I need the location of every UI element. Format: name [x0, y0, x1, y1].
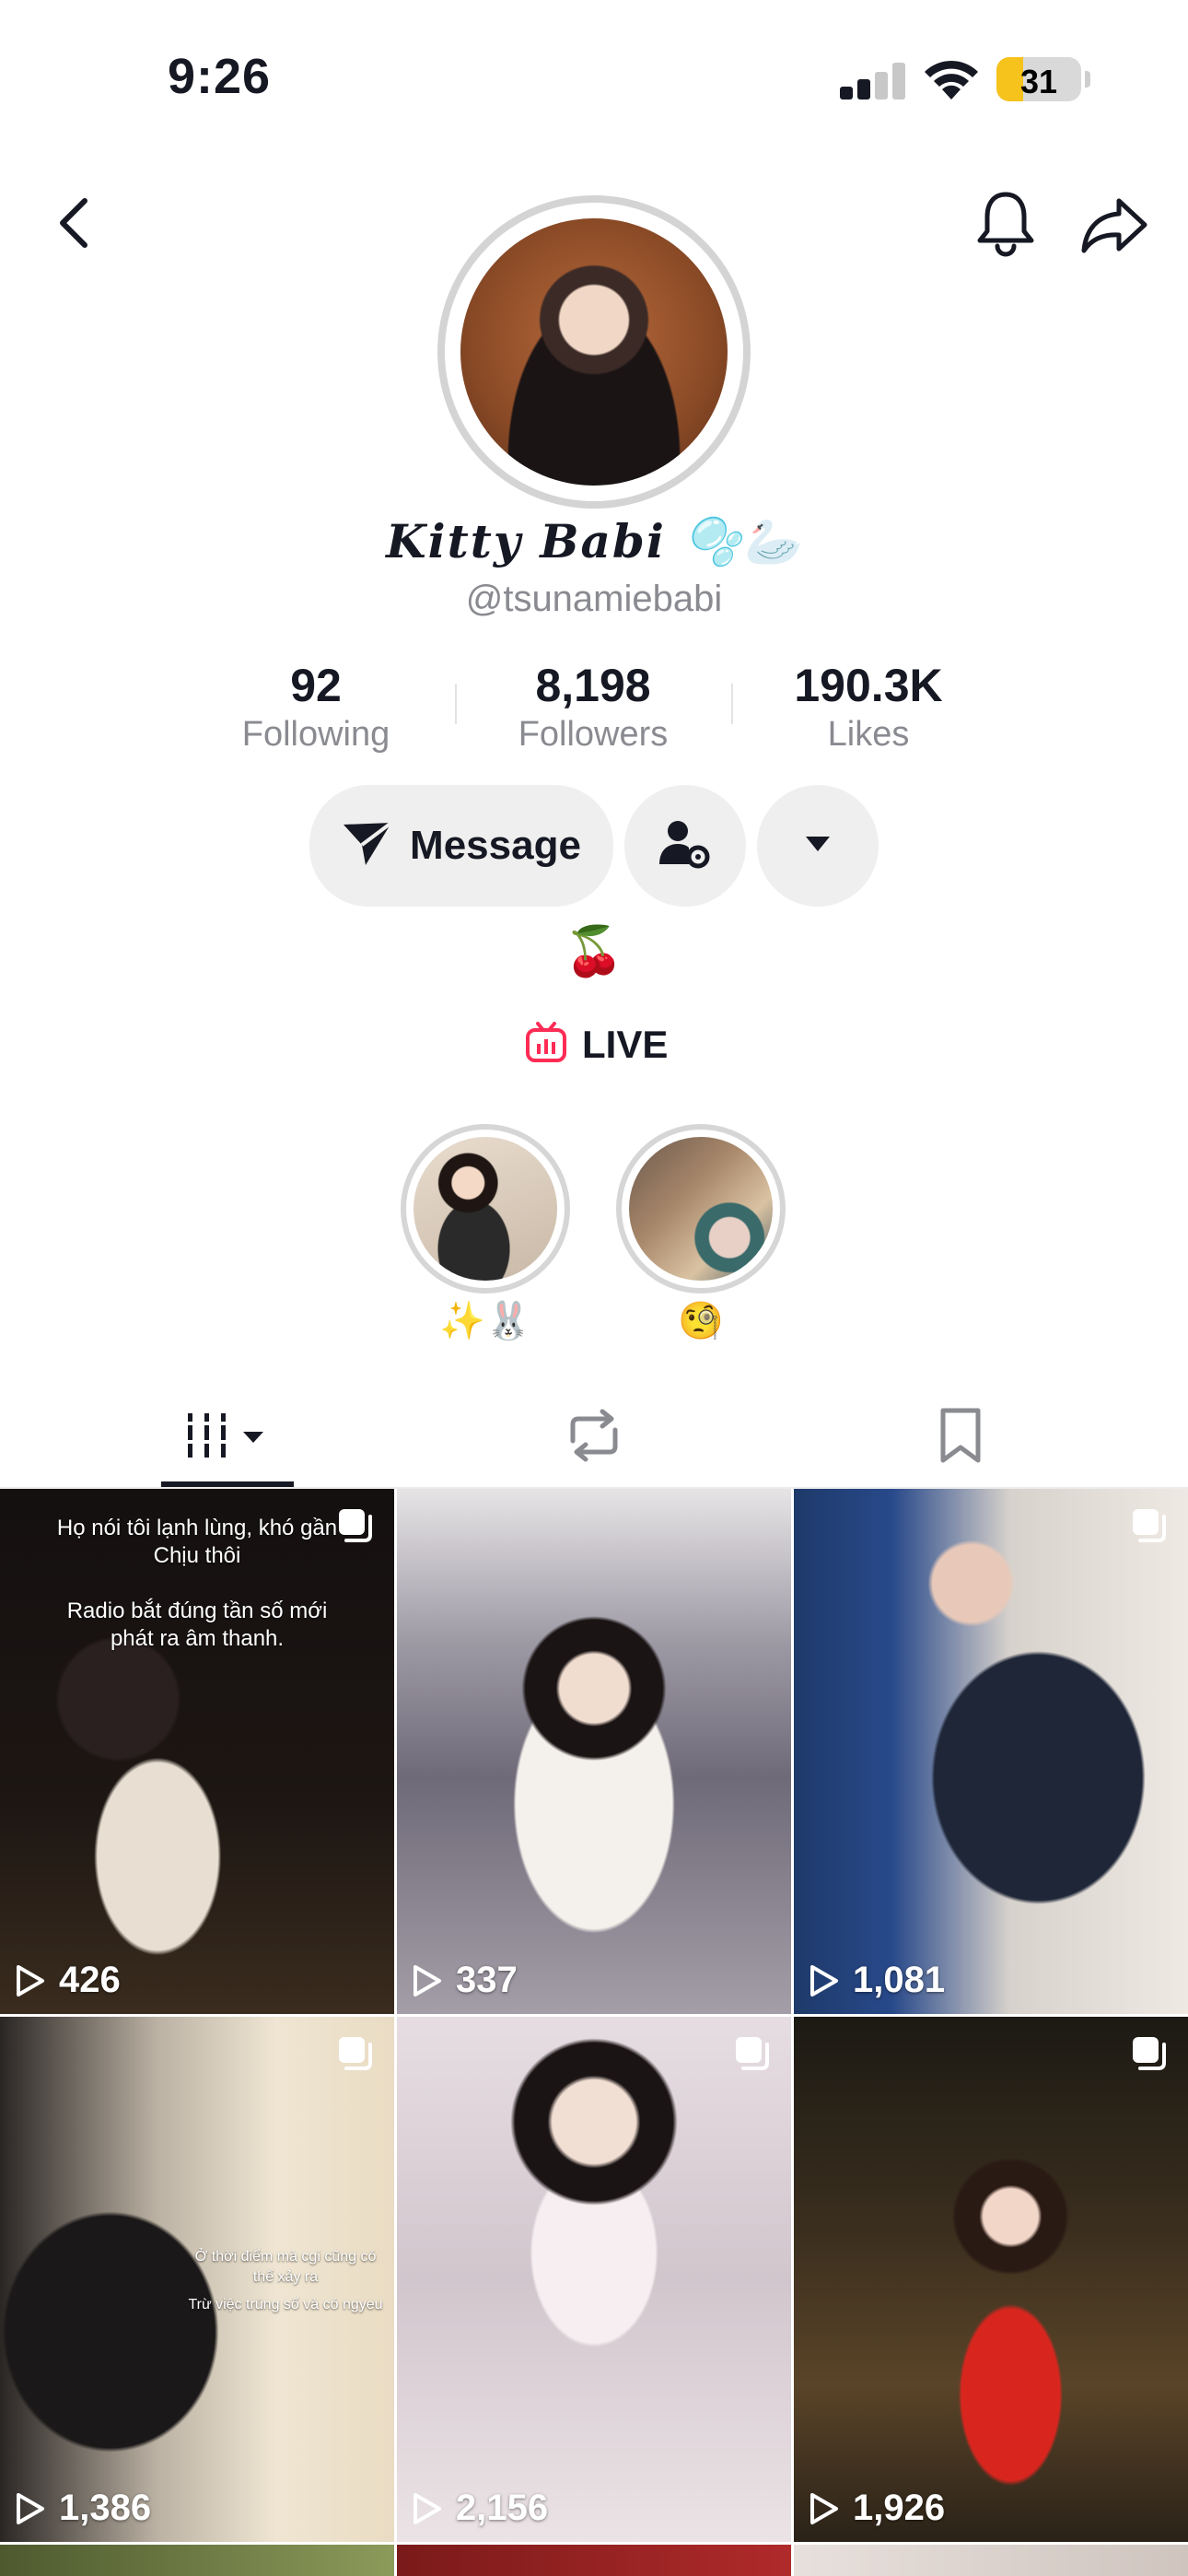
message-label: Message [410, 823, 581, 868]
stat-label: Likes [827, 715, 910, 754]
favorites-tab[interactable] [763, 1391, 1159, 1483]
stat-followers[interactable]: 8,198 Followers [473, 658, 713, 755]
caption-line: Trừ việc trúng số và có ngyeu [188, 2297, 383, 2313]
highlight-thumbnail [629, 1137, 773, 1281]
video-caption: Họ nói tôi lạnh lùng, khó gần Chịu thôi … [18, 1515, 376, 1653]
view-count-text: 426 [59, 1960, 121, 2000]
repost-icon [564, 1408, 624, 1468]
manage-friend-button[interactable] [624, 785, 746, 907]
stat-value: 8,198 [535, 660, 651, 711]
view-count: 2,156 [412, 2488, 548, 2529]
video-thumbnail[interactable]: Ở thời điểm mà cgi cũng có thể xảy ra Tr… [0, 2017, 394, 2542]
stat-likes[interactable]: 190.3K Likes [749, 658, 988, 755]
stat-label: Followers [518, 715, 669, 754]
multi-image-icon [337, 1507, 374, 1544]
multi-image-icon [337, 2035, 374, 2072]
grid-dropdown-icon [184, 1410, 271, 1466]
send-icon [342, 820, 393, 872]
video-caption: Ở thời điểm mà cgi cũng có thể xảy ra Tr… [184, 2247, 387, 2315]
caption-line: thể xảy ra [252, 2269, 319, 2285]
caption-line: Ở thời điểm mà cgi cũng có [194, 2249, 377, 2265]
stat-value: 92 [290, 660, 342, 711]
video-thumbnail[interactable]: 1,926 [794, 2017, 1188, 2542]
multi-image-icon [734, 2035, 771, 2072]
video-thumbnail[interactable]: 2,156 [397, 2017, 791, 2542]
wifi-icon [921, 53, 982, 101]
display-name: Kitty Babi 🫧🦢 [386, 514, 802, 568]
caret-down-icon [804, 835, 832, 858]
share-icon[interactable] [1076, 188, 1153, 262]
status-time: 9:26 [168, 49, 272, 104]
video-thumbnail[interactable] [397, 2545, 791, 2576]
cellular-signal-icon [840, 63, 906, 100]
message-button[interactable]: Message [309, 785, 613, 907]
live-tv-icon [525, 1021, 567, 1069]
highlight-label: 🧐 [678, 1301, 724, 1341]
highlight-label: ✨🐰 [439, 1301, 531, 1341]
video-thumbnail[interactable]: Họ nói tôi lạnh lùng, khó gần Chịu thôi … [0, 1489, 394, 2014]
view-count-text: 337 [456, 1960, 518, 2000]
story-highlight-2[interactable] [616, 1124, 786, 1294]
profile-avatar[interactable] [460, 218, 728, 486]
battery-indicator: 31 [996, 57, 1081, 101]
view-count: 1,386 [15, 2488, 151, 2529]
story-highlight-1[interactable] [401, 1124, 570, 1294]
bookmark-icon [938, 1407, 984, 1469]
video-thumbnail[interactable] [794, 2545, 1188, 2576]
view-count-text: 1,386 [59, 2488, 152, 2528]
live-link[interactable]: LIVE [525, 1019, 668, 1071]
multi-image-icon [1131, 1507, 1168, 1544]
stat-label: Following [241, 715, 390, 754]
stat-value: 190.3K [794, 660, 943, 711]
battery-tip [1085, 71, 1090, 88]
videos-tab[interactable] [29, 1391, 425, 1483]
caption-line: Họ nói tôi lạnh lùng, khó gần [56, 1516, 338, 1540]
caption-line: phát ra âm thanh. [110, 1626, 285, 1651]
stat-following[interactable]: 92 Following [196, 658, 436, 755]
active-tab-indicator [161, 1481, 294, 1487]
play-icon [17, 2492, 44, 2524]
video-thumbnail[interactable] [0, 2545, 394, 2576]
reposts-tab[interactable] [396, 1391, 792, 1483]
view-count-text: 2,156 [456, 2488, 549, 2528]
multi-image-icon [1131, 2035, 1168, 2072]
battery-percentage: 31 [1019, 63, 1058, 100]
notification-bell-icon[interactable] [969, 184, 1042, 262]
stat-divider [731, 684, 733, 724]
back-icon[interactable] [46, 184, 101, 262]
user-settings-icon [658, 816, 713, 876]
play-icon [810, 2492, 838, 2524]
view-count-text: 1,926 [853, 2488, 946, 2528]
view-count: 426 [15, 1960, 121, 2001]
video-thumbnail[interactable]: 1,081 [794, 1489, 1188, 2014]
play-icon [810, 1964, 838, 1996]
video-thumbnail[interactable]: 337 [397, 1489, 791, 2014]
highlight-thumbnail [413, 1137, 557, 1281]
caption-line: Radio bắt đúng tần số mới [66, 1598, 328, 1623]
bio: 🍒 [564, 925, 624, 978]
username: @tsunamiebabi [465, 579, 723, 619]
view-count-text: 1,081 [853, 1960, 946, 2000]
play-icon [17, 1964, 44, 1996]
play-icon [413, 2492, 441, 2524]
stat-divider [455, 684, 457, 724]
view-count: 337 [412, 1960, 518, 2001]
play-icon [413, 1964, 441, 1996]
view-count: 1,926 [809, 2488, 945, 2529]
suggested-accounts-button[interactable] [757, 785, 879, 907]
caption-line: Chịu thôi [153, 1543, 241, 1568]
view-count: 1,081 [809, 1960, 945, 2001]
live-label: LIVE [582, 1023, 669, 1066]
